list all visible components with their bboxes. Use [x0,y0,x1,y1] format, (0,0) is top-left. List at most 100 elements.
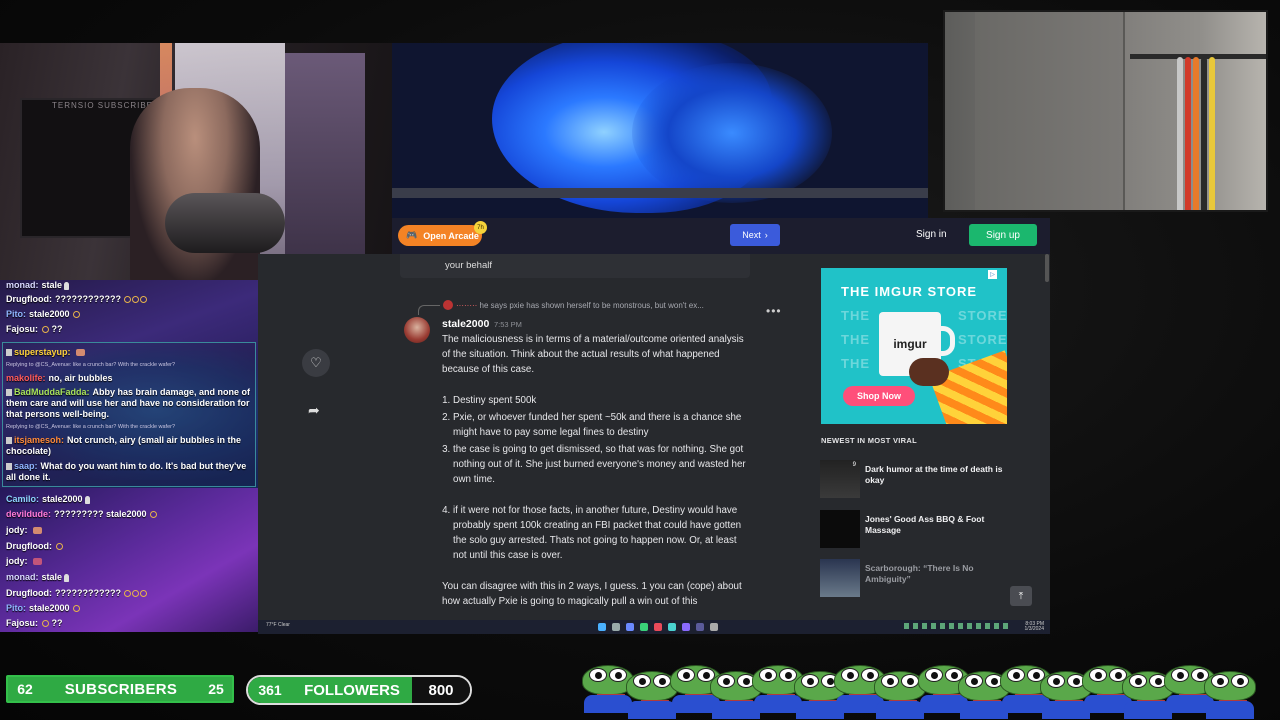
scroll-to-top-button[interactable]: ⤒ [1010,586,1032,606]
viral-title: Jones' Good Ass BBQ & Foot Massage [865,514,985,535]
comment-body: The maliciousness is in terms of a mater… [442,332,752,620]
comment-list: Destiny spent 500k Pxie, or whoever fund… [453,393,752,487]
viral-title: Scarborough: “There Is No Ambiguity” [865,563,974,584]
app-icon[interactable] [696,623,704,631]
chat-message: Drugflood:???????????? [6,588,258,598]
tray-icon[interactable] [931,623,936,629]
list-item: the case is going to get dismissed, so t… [453,442,752,487]
chat-message: superstayup: [6,347,258,357]
tray-icon[interactable] [922,623,927,629]
app-icon[interactable] [710,623,718,631]
followers-left-count: 361 [248,677,292,703]
chrome-icon[interactable] [640,623,648,631]
reply-preview[interactable]: ········ he says pxie has shown herself … [442,301,704,310]
viral-thumbnail [820,559,860,597]
arcade-badge: 7h [474,221,487,234]
reply-preview-text: he says pxie has shown herself to be mon… [479,301,704,310]
sign-up-button[interactable]: Sign up [969,224,1037,246]
avatar[interactable] [404,317,430,343]
pepe-emote-row [578,655,1278,720]
gamepad-icon: 🎮 [406,230,418,240]
chat-panel-top: monad: stale Drugflood:???????????? Pito:… [0,280,258,490]
discord-icon[interactable] [682,623,690,631]
tray-icon[interactable] [913,623,918,629]
viral-post[interactable]: Jones' Good Ass BBQ & Foot Massage [820,510,1020,548]
chat-message: makolife: no, air bubbles [6,373,113,383]
heart-icon[interactable]: ♡ [302,349,330,377]
background-shelf-2 [285,53,365,273]
chat-message: jody: [6,556,258,566]
tray-icon[interactable] [994,623,999,629]
tray-icon[interactable] [967,623,972,629]
comments-section: your behalf ········ he says pxie has sh… [396,254,786,620]
tray-icon[interactable] [1003,623,1008,629]
viral-heading: NEWEST IN MOST VIRAL [821,436,917,445]
app-icon[interactable] [654,623,662,631]
viral-thumbnail: 9 [820,460,860,498]
scrollbar[interactable] [1045,254,1049,282]
reply-hint: Replying to @CS_Avenue: like a crunch ba… [6,362,176,368]
next-button[interactable]: Next › [730,224,780,246]
more-options-icon[interactable]: ••• [766,304,782,318]
comment-time: 7:53 PM [494,320,522,329]
tray-icon[interactable] [940,623,945,629]
chat-message: Camilo: stale2000 [6,494,258,504]
viral-post[interactable]: Scarborough: “There Is No Ambiguity” [820,559,1020,597]
followers-right-count: 800 [412,677,470,703]
chat-message: Pito: stale2000 [6,309,258,319]
stream-overlay: TERNSIO SUBSCRIBED 🎮 Open Arcade 7h Next… [0,0,1280,720]
resistance-band [1209,57,1215,210]
resistance-band [1185,57,1191,210]
taskbar-clock[interactable]: 8:03 PM 1/3/2024 [1025,622,1044,632]
app-icon[interactable] [668,623,676,631]
resistance-band [1201,57,1207,210]
taskbar-icons [598,623,718,631]
open-arcade-button[interactable]: 🎮 Open Arcade [398,225,482,246]
viral-post[interactable]: 9 Dark humor at the time of death is oka… [820,460,1020,498]
comment-username[interactable]: stale2000 [442,318,489,330]
search-icon[interactable] [612,623,620,631]
windows-taskbar: 77°F Clear 8:03 PM 1/3/2024 [258,620,1050,634]
reply-connector [418,305,440,315]
tray-icon[interactable] [976,623,981,629]
subs-right-count: 25 [200,677,232,701]
subs-label: SUBSCRIBERS [42,677,200,701]
bloom-shape-2 [632,63,832,203]
subs-left-count: 62 [8,677,42,701]
list-item: Pxie, or whoever funded her spent ~50k a… [453,410,752,440]
task-view-icon[interactable] [626,623,634,631]
comment-list-2: if it were not for those facts, in anoth… [453,503,752,563]
sign-in-link[interactable]: Sign in [916,229,947,240]
imgur-store-ad[interactable]: ▷ THE IMGUR STORE THESTORE THESTORE THES… [821,268,1007,424]
reply-hint: Replying to @CS_Avenue: like a crunch ba… [6,424,176,430]
post-actions-rail [258,254,396,620]
viral-thumbnail [820,510,860,548]
tray-icon[interactable] [985,623,990,629]
shop-now-button[interactable]: Shop Now [843,386,915,406]
chat-message: saap: What do you want him to do. It's ba… [6,461,247,482]
tray-icon[interactable] [958,623,963,629]
adchoices-icon[interactable]: ▷ [988,270,997,279]
share-icon[interactable]: ➦ [308,402,320,419]
subscribers-counter: 62 SUBSCRIBERS 25 [6,675,234,703]
desktop-wallpaper [392,43,928,218]
tray-icon[interactable] [904,623,909,629]
chat-message: Drugflood:???????????? [6,294,258,304]
followers-counter: 361 FOLLOWERS 800 [246,675,472,705]
previous-comment: your behalf [400,254,750,278]
resistance-band [1193,57,1199,210]
chat-message: Fajosu: ?? [6,618,63,628]
mug-handle [939,326,955,356]
pepe-emote-icon [1200,663,1260,719]
chat-message: jody: [6,525,258,535]
tray-icon[interactable] [949,623,954,629]
viral-title: Dark humor at the time of death is okay [865,464,1003,485]
chat-message: BadMuddaFadda: Abby has brain damage, and… [6,387,251,419]
reply-username-redacted: ········ [456,301,478,310]
start-icon[interactable] [598,623,606,631]
list-item: if it were not for those facts, in anoth… [453,503,752,563]
badge-icon [6,463,12,471]
weather-widget[interactable]: 77°F Clear [266,622,290,628]
comment-paragraph: The maliciousness is in terms of a mater… [442,334,744,375]
badge-icon [6,389,12,397]
